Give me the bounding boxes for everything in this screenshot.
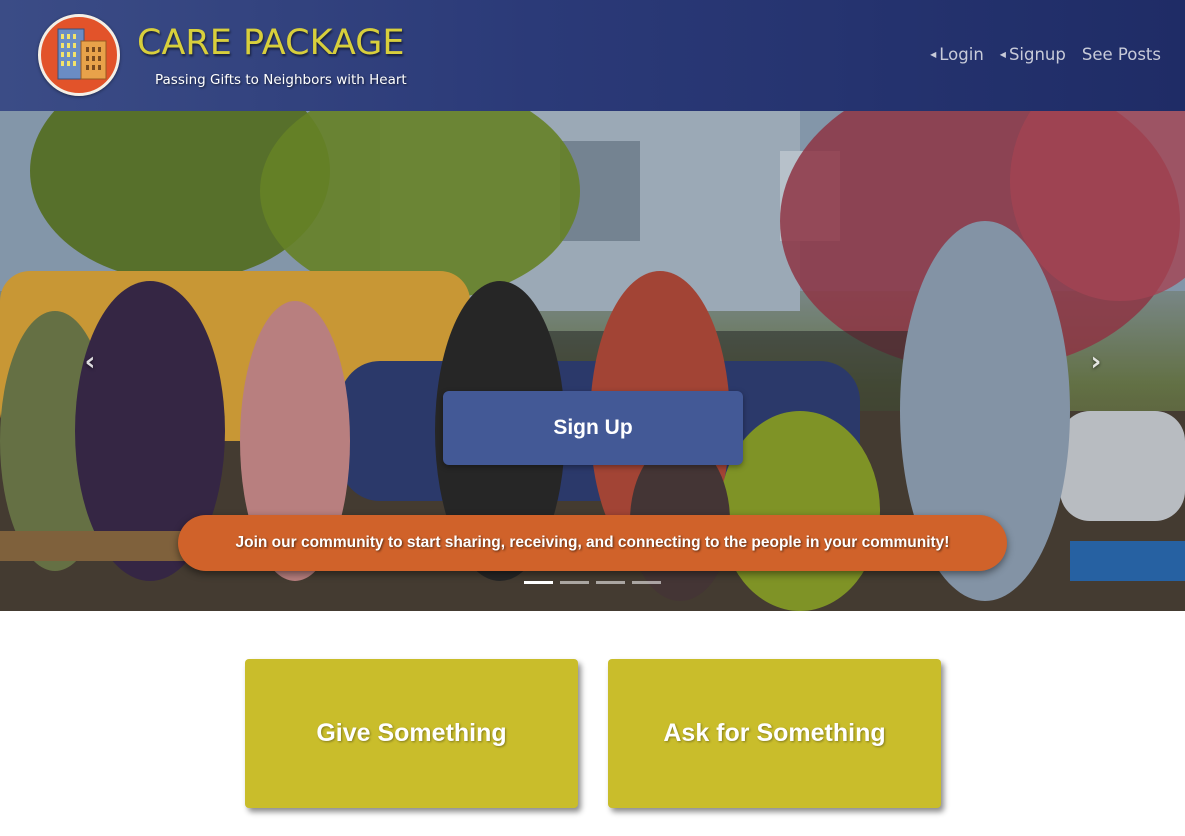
caret-left-icon: ◀ xyxy=(999,50,1006,59)
nav-login-label: Login xyxy=(939,45,984,64)
site-header: CARE PACKAGE Passing Gifts to Neighbors … xyxy=(0,0,1185,111)
give-something-button[interactable]: Give Something xyxy=(245,659,578,808)
hero-signup-button[interactable]: Sign Up xyxy=(443,391,743,465)
ask-for-something-button[interactable]: Ask for Something xyxy=(608,659,941,808)
caret-left-icon: ◀ xyxy=(930,50,937,59)
nav-signup-link[interactable]: ◀ Signup xyxy=(1000,45,1066,64)
carousel-indicator-3[interactable] xyxy=(596,581,625,584)
brand-subtitle: Passing Gifts to Neighbors with Heart xyxy=(155,72,407,88)
nav-signup-label: Signup xyxy=(1008,45,1066,64)
chevron-left-icon[interactable]: ‹ xyxy=(78,347,102,377)
carousel-indicator-4[interactable] xyxy=(632,581,661,584)
ask-for-something-label: Ask for Something xyxy=(663,719,886,747)
hero-caption-text: Join our community to start sharing, rec… xyxy=(235,534,950,551)
brand-title[interactable]: CARE PACKAGE xyxy=(137,23,404,63)
carousel-indicator-1[interactable] xyxy=(524,581,553,584)
nav-login-link[interactable]: ◀ Login xyxy=(930,45,984,64)
buildings-logo-icon[interactable] xyxy=(38,14,120,96)
give-something-label: Give Something xyxy=(316,719,507,747)
carousel-indicator-2[interactable] xyxy=(560,581,589,584)
nav-see-posts-link[interactable]: See Posts xyxy=(1082,45,1161,64)
carousel-indicators xyxy=(524,581,661,584)
nav-see-posts-label: See Posts xyxy=(1081,45,1161,64)
hero-carousel: ‹ › Sign Up Join our community to start … xyxy=(0,111,1185,611)
top-nav: ◀ Login ◀ Signup See Posts xyxy=(930,45,1161,64)
hero-caption: Join our community to start sharing, rec… xyxy=(178,515,1007,571)
chevron-right-icon[interactable]: › xyxy=(1084,347,1108,377)
